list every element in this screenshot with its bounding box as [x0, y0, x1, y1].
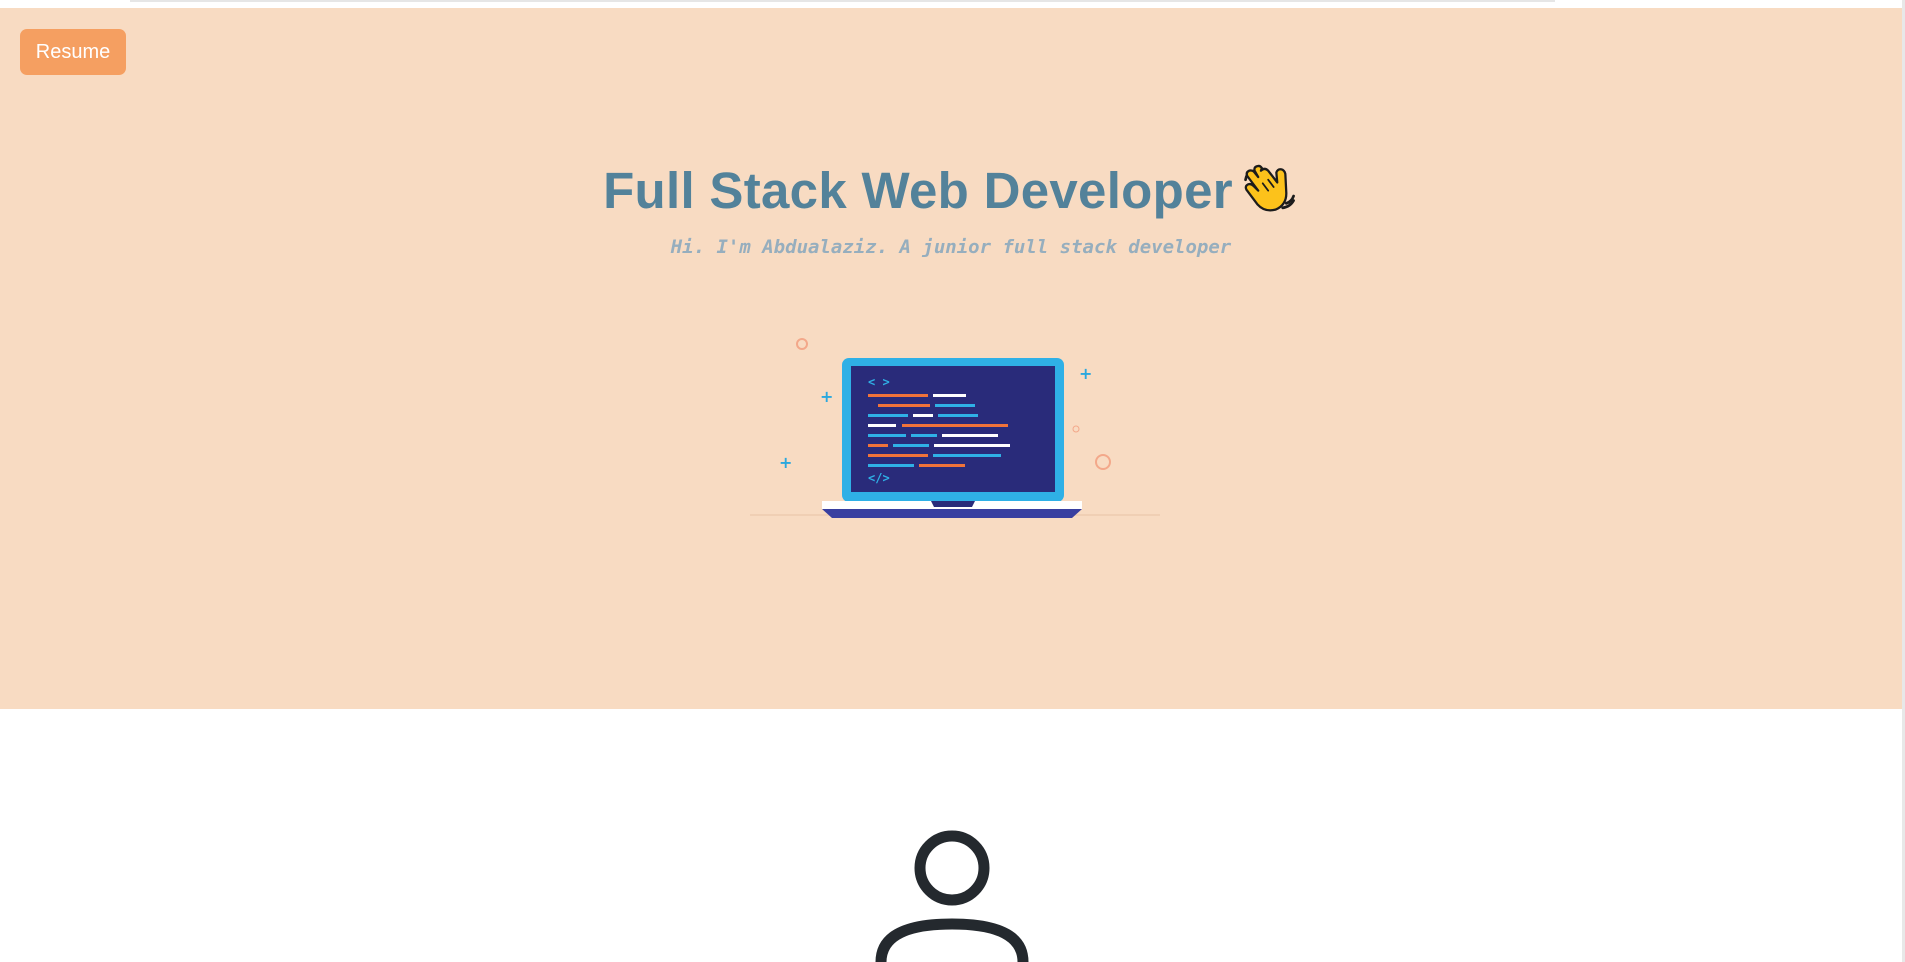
- hero-subtitle: Hi. I'm Abdualaziz. A junior full stack …: [670, 236, 1232, 258]
- page: Resume Full Stack Web Developer Hi. I'm …: [0, 0, 1905, 962]
- svg-text:+: +: [779, 453, 792, 472]
- svg-text:</>: </>: [868, 471, 890, 485]
- title-text: Full Stack Web Developer: [603, 162, 1233, 219]
- svg-text:+: +: [820, 387, 833, 406]
- hero-section: Resume Full Stack Web Developer Hi. I'm …: [0, 8, 1902, 709]
- svg-text:+: +: [1079, 364, 1092, 383]
- waving-hand-icon: [1244, 164, 1295, 212]
- user-avatar-icon: [875, 830, 1029, 962]
- laptop-code-icon: + + + < > </>: [750, 338, 1160, 518]
- top-divider: [130, 0, 1555, 2]
- resume-button[interactable]: Resume: [20, 29, 126, 75]
- top-strip: [0, 0, 1905, 8]
- page-title: Full Stack Web Developer: [0, 158, 1902, 220]
- svg-text:< >: < >: [868, 375, 890, 389]
